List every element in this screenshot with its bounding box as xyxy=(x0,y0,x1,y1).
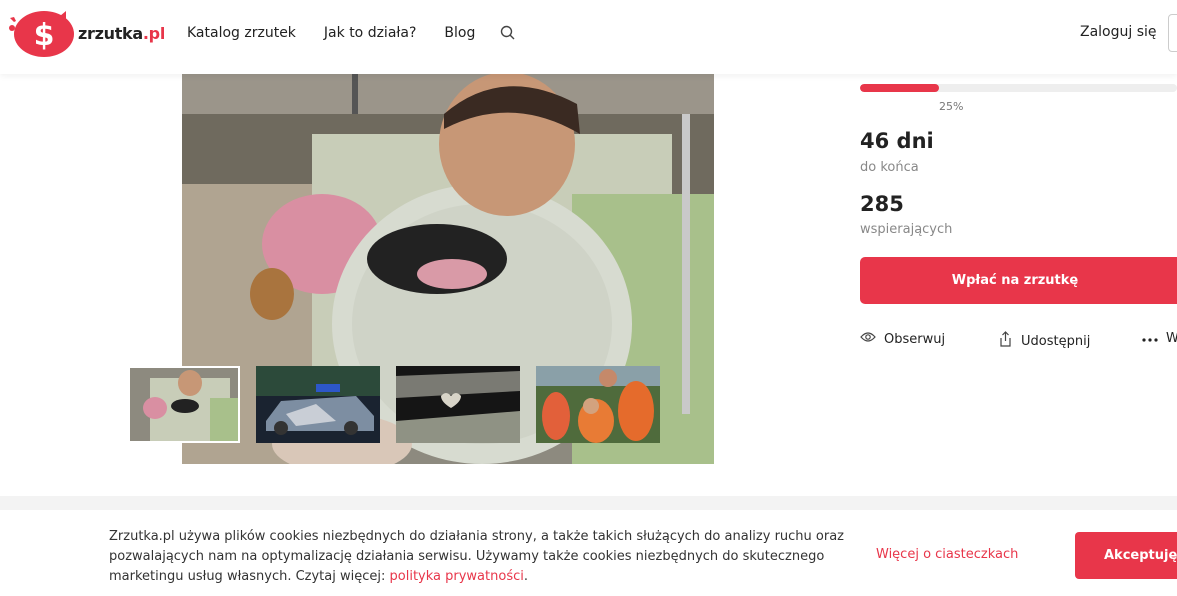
supporters-label: wspierających xyxy=(860,222,953,237)
accept-cookies-button[interactable]: Akceptuję xyxy=(1075,532,1177,579)
days-left-value: 46 dni xyxy=(860,129,934,153)
svg-text:$: $ xyxy=(34,18,55,53)
more-dots-icon xyxy=(1142,331,1166,346)
register-button[interactable] xyxy=(1168,14,1177,52)
login-link[interactable]: Zaloguj się xyxy=(1080,24,1157,40)
share-label: Udostępnij xyxy=(1021,333,1091,349)
funding-progress-fill xyxy=(860,84,940,92)
photo-thumbnails xyxy=(128,366,676,443)
share-icon xyxy=(998,331,1021,351)
nav-link-blog[interactable]: Blog xyxy=(444,25,475,41)
search-icon[interactable] xyxy=(499,24,517,42)
main-nav: Katalog zrzutek Jak to działa? Blog xyxy=(187,24,517,42)
observe-label: Obserwuj xyxy=(884,331,946,347)
thumbnail-4[interactable] xyxy=(536,366,660,443)
cookie-text: Zrzutka.pl używa plików cookies niezbędn… xyxy=(109,527,849,587)
section-divider xyxy=(0,496,1177,510)
nav-link-catalog[interactable]: Katalog zrzutek xyxy=(187,25,296,41)
privacy-policy-link[interactable]: polityka prywatności xyxy=(390,569,524,584)
page: $ zrzutka.pl Katalog zrzutek Jak to dzia… xyxy=(0,0,1177,596)
funding-progress-bar xyxy=(860,84,1177,92)
progress-percent-label: 25% xyxy=(939,100,964,113)
more-options-label: W xyxy=(1166,331,1177,346)
days-left-label: do końca xyxy=(860,160,919,175)
logo-text: zrzutka.pl xyxy=(78,23,166,43)
thumbnail-1[interactable] xyxy=(128,366,240,443)
thumbnail-2[interactable] xyxy=(256,366,380,443)
logo-link[interactable]: $ zrzutka.pl xyxy=(4,8,166,58)
cookie-text-end: . xyxy=(523,569,528,584)
thumbnail-3[interactable] xyxy=(396,366,520,443)
observe-button[interactable]: Obserwuj xyxy=(860,331,945,347)
eye-icon xyxy=(860,331,884,347)
piggy-bank-logo-icon: $ xyxy=(4,8,74,58)
share-button[interactable]: Udostępnij xyxy=(998,331,1090,351)
nav-link-how-it-works[interactable]: Jak to działa? xyxy=(324,25,416,41)
cookie-banner: Zrzutka.pl używa plików cookies niezbędn… xyxy=(0,510,1177,596)
donate-button[interactable]: Wpłać na zrzutkę xyxy=(860,257,1177,304)
supporters-count: 285 xyxy=(860,192,904,216)
site-header: $ zrzutka.pl Katalog zrzutek Jak to dzia… xyxy=(0,0,1177,74)
more-options-button[interactable]: W xyxy=(1142,331,1177,346)
more-about-cookies-link[interactable]: Więcej o ciasteczkach xyxy=(876,547,1018,562)
